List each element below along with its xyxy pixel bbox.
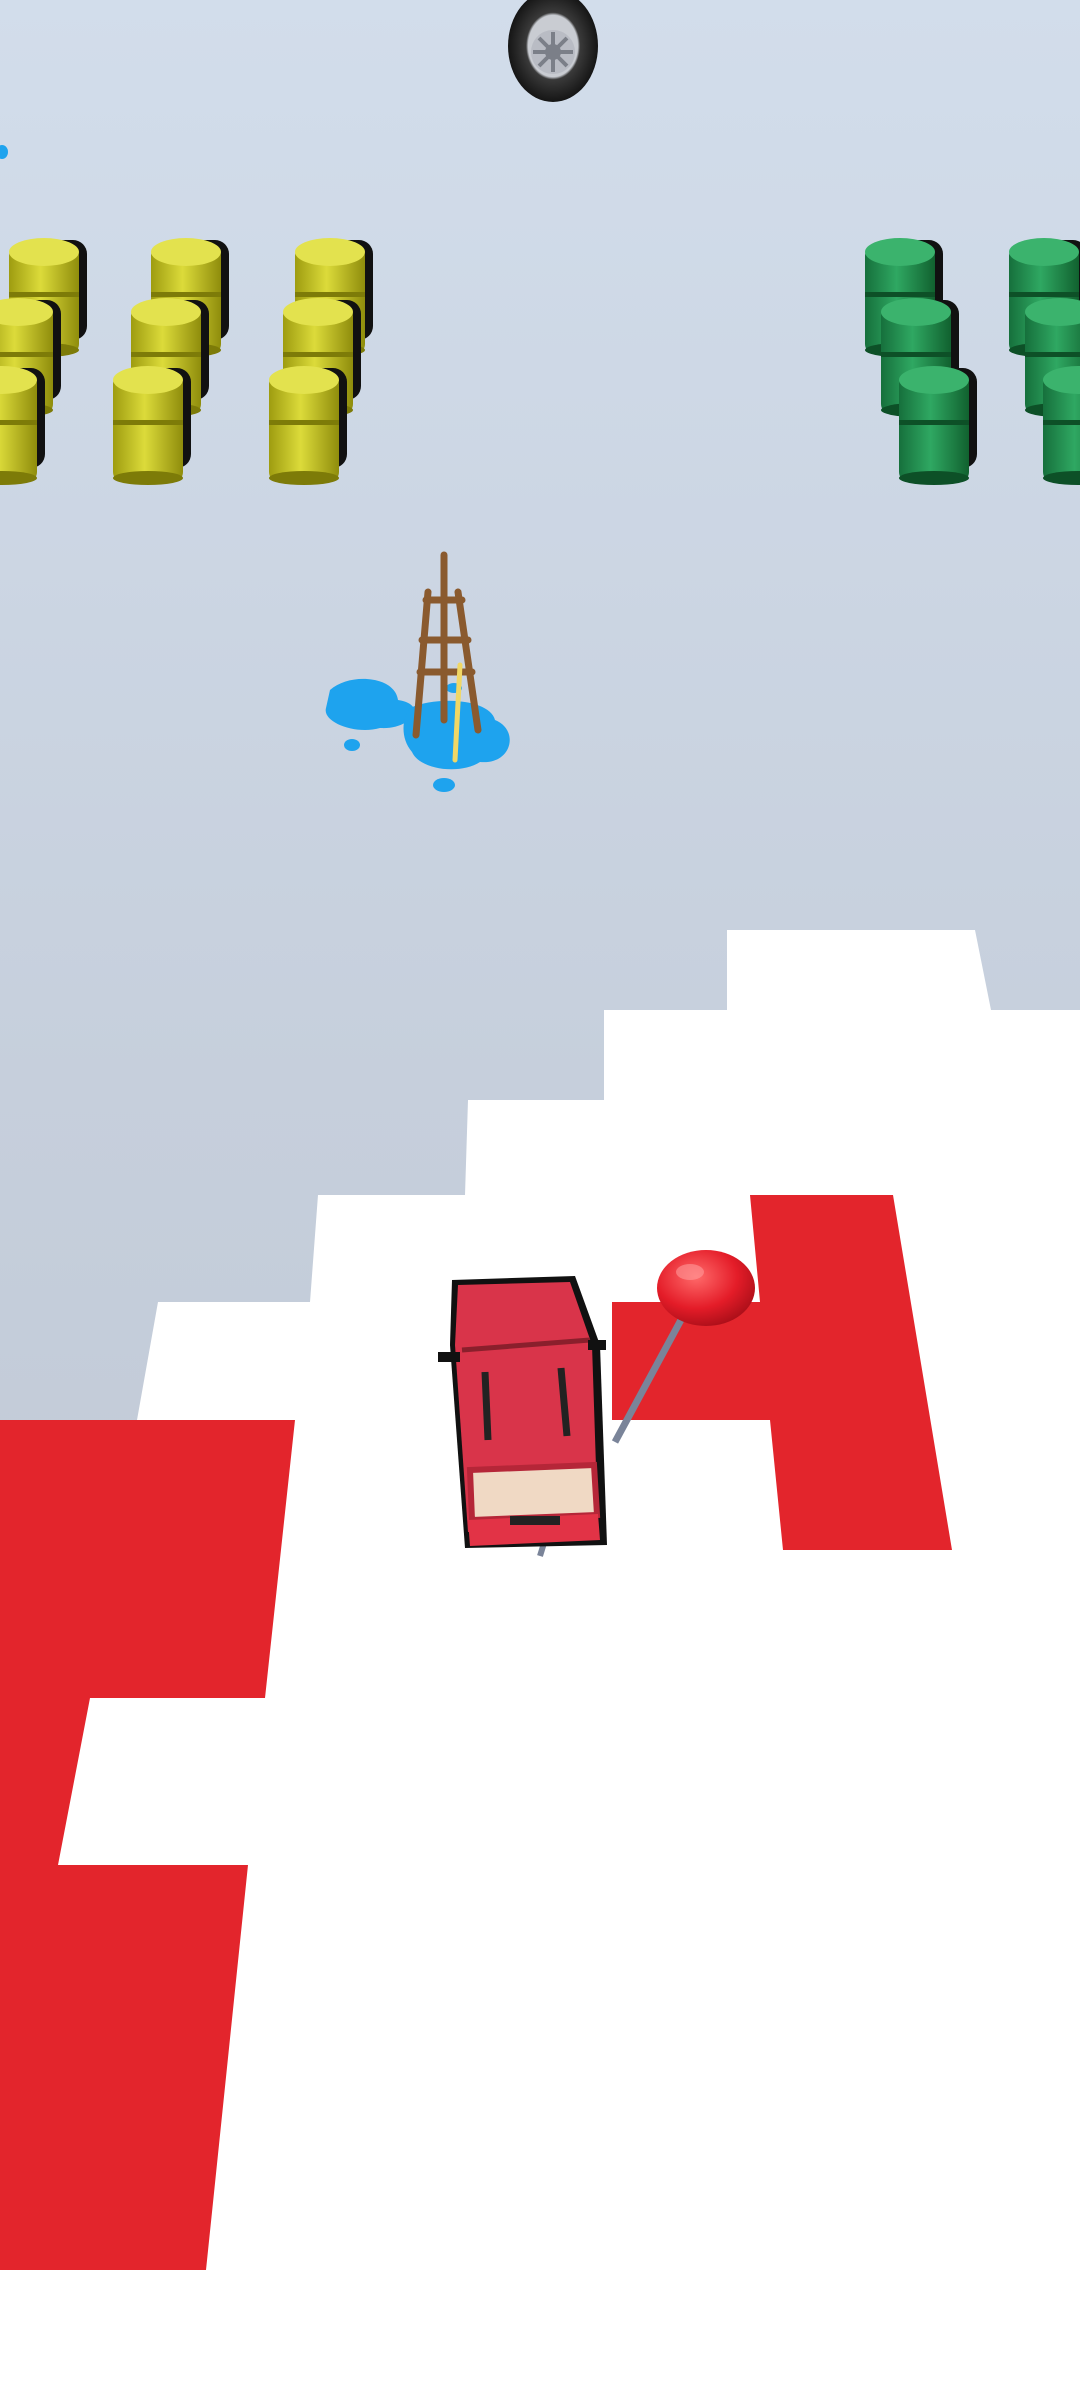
balloon-icon[interactable] bbox=[657, 1250, 755, 1326]
game-canvas[interactable] bbox=[0, 0, 1080, 2400]
game-scene[interactable] bbox=[0, 0, 1080, 2400]
barrel-icon bbox=[1043, 366, 1080, 485]
splash-icon bbox=[0, 145, 8, 159]
barrel-icon bbox=[899, 366, 977, 485]
tire-icon bbox=[508, 0, 598, 102]
barrel-icon bbox=[0, 366, 45, 485]
barrel-icon bbox=[269, 366, 347, 485]
yellow-barrel-group bbox=[0, 238, 373, 485]
barrel-icon bbox=[113, 366, 191, 485]
green-barrel-group bbox=[865, 238, 1080, 485]
car-icon[interactable] bbox=[438, 1276, 607, 1548]
